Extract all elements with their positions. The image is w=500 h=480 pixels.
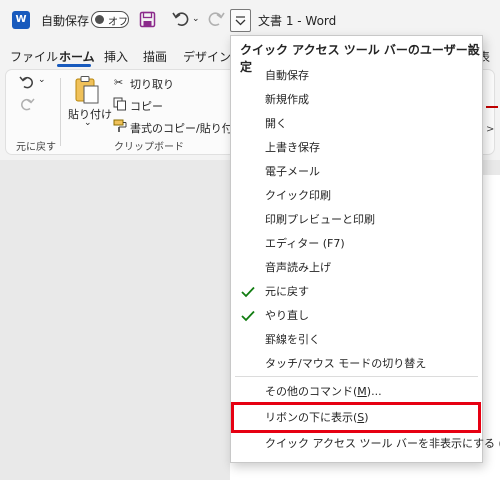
tab-design[interactable]: デザイン	[183, 48, 231, 65]
redo-icon[interactable]	[206, 9, 226, 29]
paste-icon[interactable]	[73, 75, 101, 105]
menu-item-autosave[interactable]: 自動保存	[265, 67, 309, 83]
cut-button[interactable]: 切り取り	[130, 76, 174, 92]
toggle-knob	[95, 15, 104, 24]
scissors-icon: ✂	[114, 76, 124, 89]
menu-item-open[interactable]: 開く	[265, 115, 287, 131]
copy-icon	[113, 97, 126, 111]
highlight-box	[231, 402, 481, 433]
menu-item-email[interactable]: 電子メール	[265, 163, 320, 179]
clipboard-group-label: クリップボード	[114, 142, 184, 153]
more-commands-key: M	[357, 385, 367, 398]
menu-item-editor[interactable]: エディター (F7)	[265, 235, 345, 251]
paste-dropdown-icon[interactable]: ⌄	[84, 118, 92, 128]
autosave-label: 自動保存	[41, 14, 90, 28]
ribbon-undo-icon[interactable]	[18, 74, 36, 90]
tab-insert[interactable]: 挿入	[104, 48, 128, 65]
autosave-state: オフ	[108, 17, 128, 28]
menu-item-hide-qat[interactable]: クイック アクセス ツール バーを非表示にする (H)	[265, 435, 500, 451]
tab-home[interactable]: ホーム	[59, 48, 95, 65]
tab-file[interactable]: ファイル	[10, 48, 58, 65]
menu-item-draw-borders[interactable]: 罫線を引く	[265, 331, 320, 347]
ribbon-undo-dropdown-icon[interactable]: ⌄	[38, 75, 46, 85]
font-color-bar	[486, 106, 498, 108]
menu-item-undo[interactable]: 元に戻す	[265, 283, 309, 299]
menu-item-touch-mode[interactable]: タッチ/マウス モードの切り替え	[265, 355, 426, 371]
undo-group-label: 元に戻す	[16, 142, 56, 153]
tab-draw[interactable]: 描画	[143, 48, 167, 65]
undo-icon[interactable]	[171, 9, 191, 29]
ribbon-edge-fragment: >	[486, 124, 495, 135]
chevron-down-icon	[235, 16, 246, 26]
undo-dropdown-icon[interactable]: ⌄	[192, 14, 200, 24]
menu-item-save[interactable]: 上書き保存	[265, 139, 320, 155]
customize-qat-menu: クイック アクセス ツール バーのユーザー設定 自動保存 新規作成 開く 上書き…	[230, 35, 500, 463]
menu-item-read-aloud[interactable]: 音声読み上げ	[265, 259, 331, 275]
format-painter-button[interactable]: 書式のコピー/貼り付け	[130, 120, 244, 136]
document-title: 文書 1 - Word	[258, 14, 337, 28]
word-logo-icon: W	[12, 11, 30, 29]
menu-item-quick-print[interactable]: クイック印刷	[265, 187, 331, 203]
menu-item-redo[interactable]: やり直し	[265, 307, 309, 323]
save-icon[interactable]	[139, 11, 156, 28]
menu-item-new[interactable]: 新規作成	[265, 91, 309, 107]
more-commands-suffix: )...	[366, 385, 382, 398]
menu-item-more-commands[interactable]: その他のコマンド(M)...	[265, 383, 382, 399]
format-painter-icon	[113, 119, 127, 132]
menu-item-print-preview[interactable]: 印刷プレビューと印刷	[265, 211, 375, 227]
customize-qat-button[interactable]	[230, 9, 251, 32]
ribbon-redo-icon[interactable]	[18, 96, 36, 112]
check-icon	[241, 310, 255, 322]
more-commands-text: その他のコマンド(	[265, 385, 358, 398]
ribbon-separator	[60, 78, 61, 146]
autosave-toggle[interactable]: オフ	[91, 11, 129, 28]
check-icon	[241, 286, 255, 298]
menu-divider	[235, 376, 478, 377]
copy-button[interactable]: コピー	[130, 98, 163, 114]
hide-qat-text: クイック アクセス ツール バーを非表示にする (	[265, 437, 500, 450]
active-tab-indicator	[57, 64, 91, 67]
